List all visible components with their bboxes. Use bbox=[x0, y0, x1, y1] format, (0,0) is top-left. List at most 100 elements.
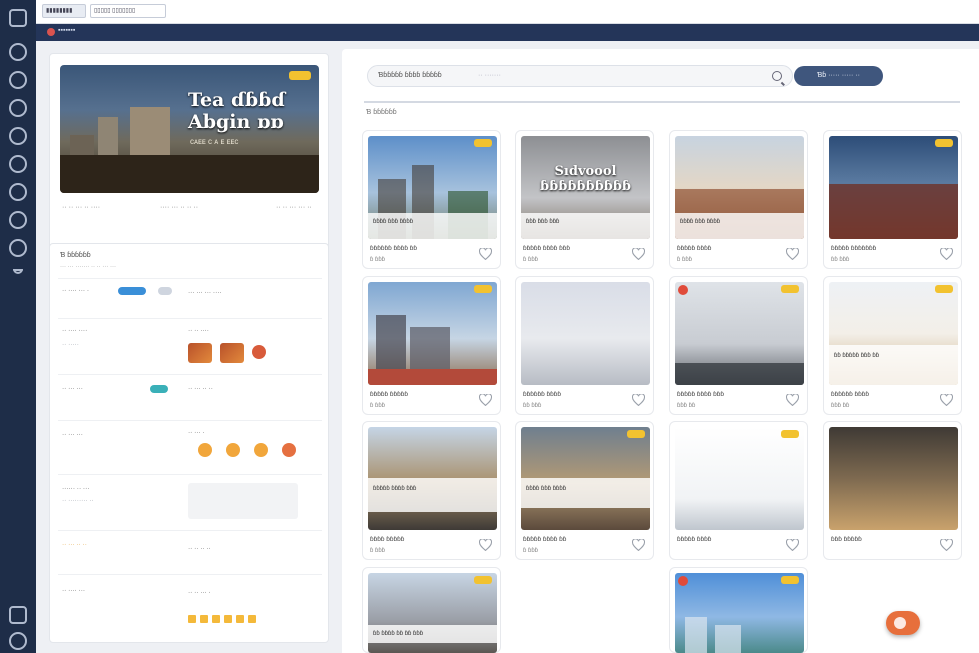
hotel-name[interactable]: ɓɓɓɓɓ ɓɓɓɓɓ bbox=[370, 391, 408, 398]
hotel-name[interactable]: ɓɓɓɓɓɓ ɓɓɓɓ bbox=[831, 391, 869, 398]
favorite-heart-icon[interactable] bbox=[632, 248, 645, 260]
hotel-card[interactable]: ɓɓɓɓ ɓɓɓ ɓɓɓɓ ɓɓɓɓɓ ɓɓɓɓ ɓɓ ɓ ɓɓɓ bbox=[515, 421, 654, 560]
favorite-heart-icon[interactable] bbox=[479, 539, 492, 551]
rating-emoji-icon[interactable] bbox=[226, 443, 240, 457]
hotel-card[interactable]: Sıdvoool ɓɓɓɓɓɓɓɓɓɓ ɓɓɓ ɓɓɓ ɓɓɓ ɓɓɓɓɓ ɓɓ… bbox=[515, 130, 654, 269]
favorite-heart-icon[interactable] bbox=[632, 394, 645, 406]
hotel-card[interactable]: ɓɓɓɓɓ ɓɓɓɓ ɓɓɓ ɓɓɓ ɓɓ bbox=[669, 276, 808, 415]
amenities-preview[interactable] bbox=[188, 483, 298, 519]
price-level-mark[interactable] bbox=[224, 615, 232, 623]
hotel-card[interactable]: ɓɓɓɓɓ ɓɓɓɓ ɓɓɓ ɓɓɓɓ ɓɓɓɓɓ ɓ ɓɓɓ bbox=[362, 421, 501, 560]
hotel-name[interactable]: ɓɓɓ ɓɓɓɓɓ bbox=[831, 536, 862, 543]
filter-row[interactable]: ·· ··· ··· ·· ··· · bbox=[58, 420, 322, 474]
hotel-card[interactable]: ɓɓɓɓ ɓɓɓ ɓɓɓɓ ɓɓɓɓɓ ɓɓɓɓ ɓ ɓɓɓ bbox=[669, 130, 808, 269]
search-bar[interactable]: Ɓɓɓɓɓɓ ɓɓɓɓ ɓɓɓɓɓ ·· ······· bbox=[367, 65, 793, 87]
hotel-image[interactable]: ɓɓɓɓ ɓɓɓ ɓɓɓɓ bbox=[368, 136, 497, 239]
filter-row[interactable]: ·· ···· ··· ·· ·· ··· · bbox=[58, 574, 322, 634]
hotel-image[interactable] bbox=[521, 282, 650, 385]
favorite-heart-icon[interactable] bbox=[786, 539, 799, 551]
featured-image[interactable]: Tea ɗɓɓɗ Abgin ɒɒ ᴄᴀᴇᴇ ᴄ ᴀ ᴇ ᴇᴇᴄ bbox=[60, 65, 319, 193]
filter-pill[interactable] bbox=[158, 287, 172, 295]
hotel-card[interactable]: ɓɓɓɓ ɓɓɓ ɓɓɓɓ ɓɓɓɓɓɓ ɓɓɓɓ ɓɓ ɓ ɓɓɓ bbox=[362, 130, 501, 269]
price-level-mark[interactable] bbox=[236, 615, 244, 623]
hotel-name[interactable]: ɓɓɓɓɓ ɓɓɓɓ bbox=[677, 536, 711, 543]
image-caption: ɓɓɓɓ ɓɓɓ ɓɓɓɓ bbox=[373, 219, 414, 225]
filter-row[interactable]: ·· ···· ··· · ··· ··· ··· ···· bbox=[58, 278, 322, 318]
search-button[interactable]: Ɓɓ ····· ····· ·· bbox=[794, 66, 883, 86]
favorite-heart-icon[interactable] bbox=[786, 248, 799, 260]
home-icon[interactable] bbox=[9, 43, 27, 61]
hotel-name[interactable]: ɓɓɓɓɓɓ ɓɓɓɓ bbox=[523, 391, 561, 398]
favorite-heart-icon[interactable] bbox=[786, 394, 799, 406]
filter-pill[interactable] bbox=[150, 385, 168, 393]
filter-row[interactable]: ·· ··· ·· ·· ·· ·· ·· ·· bbox=[58, 530, 322, 574]
favorite-heart-icon[interactable] bbox=[940, 539, 953, 551]
filter-row[interactable]: ······ ·· ··· ·· ········· ·· bbox=[58, 474, 322, 530]
workspace-chip[interactable]: ▮▮▮▮▮▮▮▮ bbox=[42, 4, 86, 18]
price-tag bbox=[935, 285, 953, 293]
rating-emoji-icon[interactable] bbox=[254, 443, 268, 457]
favorite-heart-icon[interactable] bbox=[940, 394, 953, 406]
search-icon[interactable] bbox=[772, 71, 782, 81]
food-thumbnail[interactable] bbox=[220, 343, 244, 363]
hotel-card[interactable]: ɓɓ ɓɓɓɓ ɓɓ ɓɓ ɓɓɓ bbox=[362, 567, 501, 653]
price-level-mark[interactable] bbox=[212, 615, 220, 623]
hotel-image[interactable] bbox=[368, 282, 497, 385]
hotel-image[interactable]: ɓɓ ɓɓɓɓɓ ɓɓɓ ɓɓ bbox=[829, 282, 958, 385]
hotel-name[interactable]: ɓɓɓɓɓ ɓɓɓɓ ɓɓɓ bbox=[523, 245, 570, 252]
rating-emoji-icon[interactable] bbox=[282, 443, 296, 457]
hotel-card[interactable] bbox=[669, 567, 808, 653]
filters-card: Ɓ ɓɓɓɓɓɓ ··· ··· ······· ·· ·· ··· ··· ·… bbox=[49, 243, 329, 643]
hotel-image[interactable]: ɓɓɓɓɓ ɓɓɓɓ ɓɓɓ bbox=[368, 427, 497, 530]
bookmark-icon[interactable] bbox=[9, 127, 27, 145]
hotel-card[interactable]: ɓɓ ɓɓɓɓɓ ɓɓɓ ɓɓ ɓɓɓɓɓɓ ɓɓɓɓ ɓɓɓ ɓɓ bbox=[823, 276, 962, 415]
filter-row[interactable]: ·· ···· ···· ·· ····· ·· ·· ···· bbox=[58, 318, 322, 374]
hotel-image[interactable]: Sıdvoool ɓɓɓɓɓɓɓɓɓɓ ɓɓɓ ɓɓɓ ɓɓɓ bbox=[521, 136, 650, 239]
hotel-location: ɓ ɓɓɓ bbox=[370, 403, 386, 409]
hotel-name[interactable]: ɓɓɓɓɓ ɓɓɓɓɓɓɓ bbox=[831, 245, 876, 252]
hotel-name[interactable]: ɓɓɓɓɓ ɓɓɓɓ bbox=[677, 245, 711, 252]
address-chip[interactable]: ▯▯▯▯▯ ▯▯▯▯▯▯▯ bbox=[90, 4, 166, 18]
favorite-heart-icon[interactable] bbox=[479, 394, 492, 406]
price-level-mark[interactable] bbox=[188, 615, 196, 623]
more-icon[interactable] bbox=[13, 269, 23, 274]
price-level-mark[interactable] bbox=[248, 615, 256, 623]
hotel-card[interactable]: ɓɓɓɓɓɓ ɓɓɓɓ ɓɓ ɓɓɓ bbox=[515, 276, 654, 415]
calendar-icon[interactable] bbox=[9, 155, 27, 173]
hotel-card[interactable]: ɓɓɓɓɓ ɓɓɓɓɓɓɓ ɓɓ ɓɓɓ bbox=[823, 130, 962, 269]
explore-icon[interactable] bbox=[9, 71, 27, 89]
app-logo-icon[interactable] bbox=[9, 9, 27, 27]
hotel-image[interactable] bbox=[675, 573, 804, 653]
hotel-image[interactable] bbox=[675, 427, 804, 530]
hotel-card[interactable]: ɓɓɓɓɓ ɓɓɓɓɓ ɓ ɓɓɓ bbox=[362, 276, 501, 415]
filter-pill[interactable] bbox=[118, 287, 146, 295]
hotel-card[interactable]: ɓɓɓɓɓ ɓɓɓɓ bbox=[669, 421, 808, 560]
hotel-name[interactable]: ɓɓɓɓɓɓ ɓɓɓɓ ɓɓ bbox=[370, 245, 417, 252]
search-query[interactable]: Ɓɓɓɓɓɓ ɓɓɓɓ ɓɓɓɓɓ bbox=[378, 72, 442, 79]
hotel-image[interactable]: ɓɓɓɓ ɓɓɓ ɓɓɓɓ bbox=[675, 136, 804, 239]
rating-emoji-icon[interactable] bbox=[198, 443, 212, 457]
favorite-heart-icon[interactable] bbox=[479, 248, 492, 260]
favorite-heart-icon[interactable] bbox=[940, 248, 953, 260]
hotel-image[interactable]: ɓɓɓɓ ɓɓɓ ɓɓɓɓ bbox=[521, 427, 650, 530]
hotel-name[interactable]: ɓɓɓɓ ɓɓɓɓɓ bbox=[370, 536, 404, 543]
chat-icon[interactable] bbox=[9, 183, 27, 201]
food-thumbnail[interactable] bbox=[188, 343, 212, 363]
profile-icon[interactable] bbox=[9, 211, 27, 229]
nav-title[interactable]: ▪▪▪▪▪▪▪ bbox=[58, 27, 75, 34]
settings-icon[interactable] bbox=[9, 239, 27, 257]
hotel-name[interactable]: ɓɓɓɓɓ ɓɓɓɓ ɓɓ bbox=[523, 536, 566, 543]
hotel-image[interactable] bbox=[829, 427, 958, 530]
price-level-mark[interactable] bbox=[200, 615, 208, 623]
logout-icon[interactable] bbox=[9, 632, 27, 650]
favorite-heart-icon[interactable] bbox=[632, 539, 645, 551]
hotel-image[interactable]: ɓɓ ɓɓɓɓ ɓɓ ɓɓ ɓɓɓ bbox=[368, 573, 497, 653]
filter-row[interactable]: ·· ··· ··· ·· ··· ·· ·· bbox=[58, 374, 322, 420]
map-icon[interactable] bbox=[9, 99, 27, 117]
hotel-card[interactable]: ɓɓɓ ɓɓɓɓɓ bbox=[823, 421, 962, 560]
hotel-image[interactable] bbox=[675, 282, 804, 385]
hotel-image[interactable] bbox=[829, 136, 958, 239]
help-icon[interactable] bbox=[9, 606, 27, 624]
floating-action-button[interactable] bbox=[886, 611, 920, 635]
hotel-name[interactable]: ɓɓɓɓɓ ɓɓɓɓ ɓɓɓ bbox=[677, 391, 724, 398]
